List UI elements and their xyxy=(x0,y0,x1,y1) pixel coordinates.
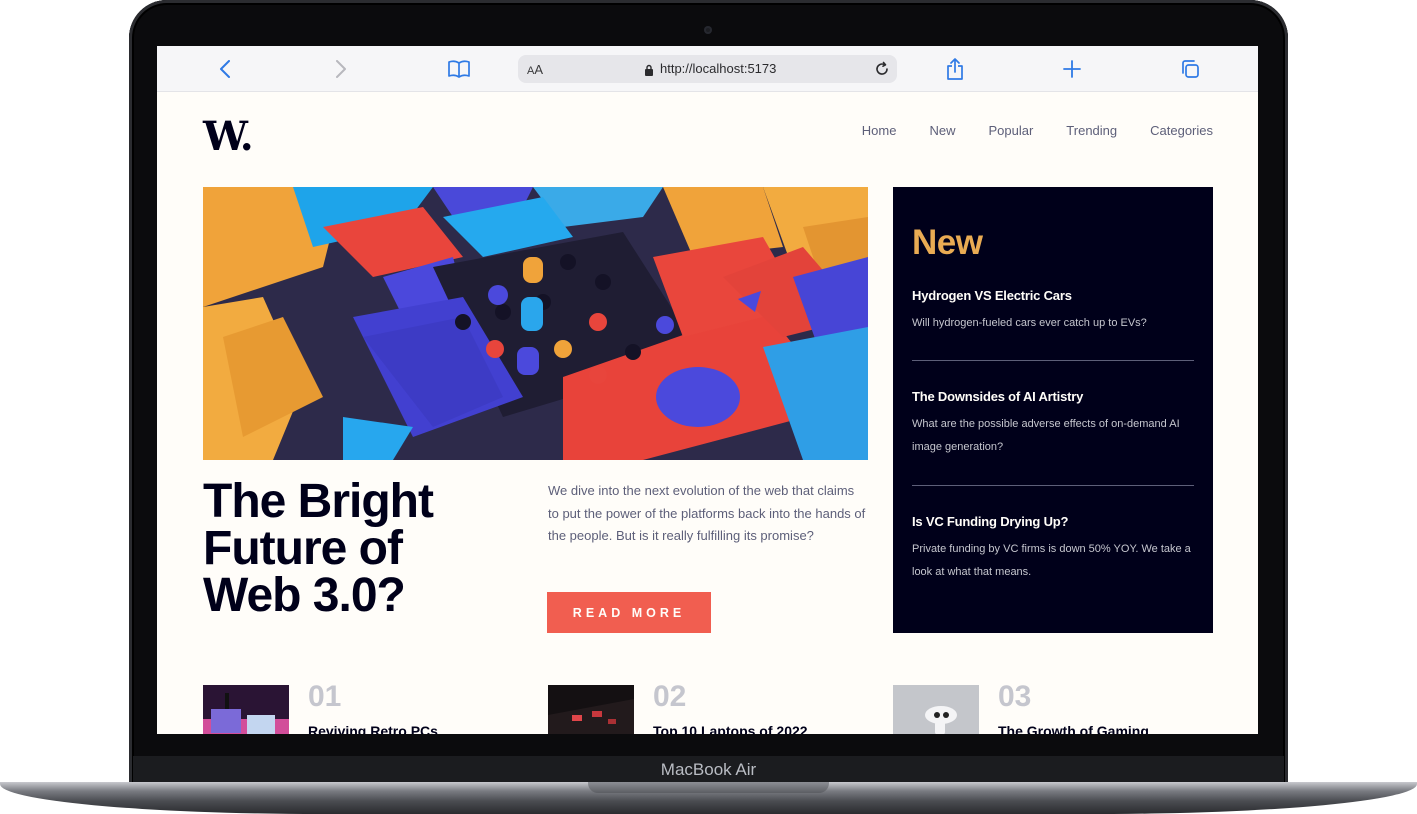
reload-icon[interactable] xyxy=(871,58,893,80)
nav-new[interactable]: New xyxy=(929,123,955,138)
sidebar-article[interactable]: Hydrogen VS Electric Cars Will hydrogen-… xyxy=(912,288,1194,335)
nav-home[interactable]: Home xyxy=(862,123,897,138)
address-bar[interactable]: AA http://localhost:5173 xyxy=(518,55,897,83)
article-thumbnail xyxy=(893,685,979,734)
site-logo[interactable]: W. xyxy=(203,113,254,160)
share-icon[interactable] xyxy=(943,57,967,81)
text-size-button[interactable]: AA xyxy=(527,62,543,77)
sidebar-article-title[interactable]: The Downsides of AI Artistry xyxy=(912,389,1194,404)
url-text[interactable]: http://localhost:5173 xyxy=(660,61,776,76)
laptop-notch xyxy=(588,782,829,793)
article-thumbnail xyxy=(548,685,634,734)
new-tab-icon[interactable] xyxy=(1060,57,1084,81)
sidebar-article[interactable]: Is VC Funding Drying Up? Private funding… xyxy=(912,514,1194,584)
sidebar-heading: New xyxy=(912,223,983,262)
lock-icon xyxy=(644,63,654,81)
main-nav: Home New Popular Trending Categories xyxy=(862,123,1213,138)
divider xyxy=(912,360,1194,361)
hero-title-line: The Bright xyxy=(203,475,434,528)
browser-toolbar: AA http://localhost:5173 xyxy=(157,46,1258,92)
article-title[interactable]: Reviving Retro PCs xyxy=(308,723,528,734)
new-sidebar: New Hydrogen VS Electric Cars Will hydro… xyxy=(893,187,1213,633)
article-thumbnail xyxy=(203,685,289,734)
nav-trending[interactable]: Trending xyxy=(1066,123,1117,138)
camera xyxy=(704,26,712,34)
hero-title-line: Web 3.0? xyxy=(203,569,406,622)
device-label: MacBook Air xyxy=(133,756,1284,784)
article-number: 03 xyxy=(998,680,1032,713)
hero-image xyxy=(203,187,868,460)
article-number: 02 xyxy=(653,680,687,713)
divider xyxy=(912,485,1194,486)
article-title[interactable]: The Growth of Gaming xyxy=(998,723,1218,734)
sidebar-article-text: Will hydrogen-fueled cars ever catch up … xyxy=(912,317,1147,329)
sidebar-article[interactable]: The Downsides of AI Artistry What are th… xyxy=(912,389,1194,459)
sidebar-article-title[interactable]: Is VC Funding Drying Up? xyxy=(912,514,1194,529)
hero-title-line: Future of xyxy=(203,522,403,575)
forward-icon[interactable] xyxy=(329,57,353,81)
read-more-button[interactable]: READ MORE xyxy=(547,592,711,633)
hero-description: We dive into the next evolution of the w… xyxy=(548,483,866,543)
browser-screen: AA http://localhost:5173 W. Home New Pop… xyxy=(157,46,1258,734)
hero-title: The Bright Future of Web 3.0? xyxy=(203,475,503,622)
sidebar-article-text: Private funding by VC firms is down 50% … xyxy=(912,543,1191,578)
nav-popular[interactable]: Popular xyxy=(988,123,1033,138)
bookmarks-icon[interactable] xyxy=(447,57,471,81)
sidebar-article-text: What are the possible adverse effects of… xyxy=(912,418,1180,453)
tabs-overview-icon[interactable] xyxy=(1178,57,1202,81)
article-title[interactable]: Top 10 Laptops of 2022 xyxy=(653,723,873,734)
nav-categories[interactable]: Categories xyxy=(1150,123,1213,138)
back-icon[interactable] xyxy=(213,57,237,81)
article-number: 01 xyxy=(308,680,342,713)
sidebar-article-title[interactable]: Hydrogen VS Electric Cars xyxy=(912,288,1194,303)
